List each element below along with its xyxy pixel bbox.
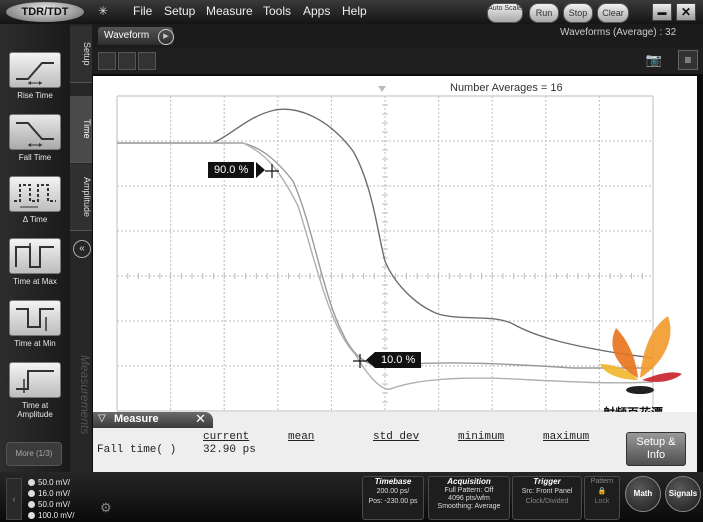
timebase-scale: 200.00 ps/ [376, 488, 410, 495]
layout-stacked-button[interactable] [138, 52, 156, 70]
timebase-box[interactable]: Timebase 200.00 ps/ Pos: -230.00 ps [362, 476, 424, 520]
column-std-dev: std dev [373, 431, 420, 443]
pattern-lock-label: Lock [594, 498, 610, 505]
measurements-section-label: Measurements [78, 355, 92, 435]
column-maximum: maximum [543, 431, 590, 443]
marker-10-cross [353, 354, 367, 368]
acquisition-points: 4096 pts/wfm [448, 495, 490, 502]
clear-button[interactable]: Clear [597, 3, 629, 23]
pattern-title: Pattern [590, 478, 614, 485]
crosshair-icon[interactable]: ✳ [98, 4, 108, 18]
chevron-down-icon[interactable]: ▽ [98, 413, 106, 424]
measurement-name: Fall time( ) [97, 444, 177, 456]
measure-panel-title: Measure [114, 413, 159, 425]
channel-2-scale[interactable]: 16.0 mV/ [28, 489, 70, 498]
menu-tools[interactable]: Tools [263, 4, 291, 18]
delta-time-label: Δ Time [22, 215, 48, 224]
channel-4-icon [28, 512, 35, 520]
rise-time-label: Rise Time [17, 91, 53, 100]
display-toolbar [92, 48, 703, 74]
watermark-logo [600, 316, 682, 394]
signals-button[interactable]: Signals [665, 476, 701, 512]
column-current: current [203, 431, 250, 443]
channel-2-scale-value: 16.0 mV/ [38, 489, 71, 498]
trigger-title: Trigger [533, 477, 561, 486]
channel-1-scale[interactable]: 50.0 mV/ [28, 478, 70, 487]
menu-file[interactable]: File [133, 4, 152, 18]
rise-time-tool[interactable]: Rise Time [8, 52, 62, 100]
time-at-max-icon [9, 238, 61, 274]
close-icon[interactable]: ✕ [195, 411, 206, 427]
stop-button[interactable]: Stop [563, 3, 593, 23]
marker-90-pointer [256, 162, 265, 178]
tab-amplitude[interactable]: Amplitude [70, 164, 92, 231]
app-logo: TDR/TDT [6, 2, 84, 22]
channel-1-icon [28, 479, 35, 487]
auto-scale-button[interactable]: Auto Scale [487, 3, 523, 23]
math-button[interactable]: Math [625, 476, 661, 512]
trigger-box[interactable]: Trigger Src: Front Panel Clock/Divided [512, 476, 582, 520]
close-button[interactable]: ✕ [676, 3, 696, 21]
camera-icon[interactable]: 📷 [644, 52, 664, 68]
minimize-button[interactable]: ▬ [652, 3, 672, 21]
rise-time-icon [9, 52, 61, 88]
menu-measure[interactable]: Measure [206, 4, 253, 18]
channel-4-scale-value: 100.0 mV/ [38, 511, 75, 520]
tab-setup[interactable]: Setup [70, 26, 92, 83]
channel-3-icon [28, 501, 35, 509]
marker-90-cross [265, 164, 279, 178]
acquisition-title: Acquisition [447, 477, 491, 486]
marker-10-pointer [366, 352, 375, 368]
trigger-marker [378, 86, 386, 92]
play-icon[interactable]: ▶ [158, 29, 174, 45]
trigger-source: Src: Front Panel [521, 488, 573, 495]
number-averages-label: Number Averages = 16 [450, 82, 563, 94]
tab-time[interactable]: Time [70, 96, 92, 163]
run-button[interactable]: Run [529, 3, 559, 23]
measurement-current-value: 32.90 ps [203, 444, 256, 456]
channel-3-scale-value: 50.0 mV/ [38, 500, 71, 509]
time-at-amplitude-icon [9, 362, 61, 398]
channel-4-scale[interactable]: 100.0 mV/ [28, 511, 74, 520]
scroll-left-icon[interactable]: ‹ [6, 478, 22, 520]
fall-time-label: Fall Time [18, 153, 52, 162]
time-at-amplitude-label: Time at Amplitude [17, 401, 53, 419]
column-mean: mean [288, 431, 315, 443]
waveform-count: Waveforms (Average) : 32 [560, 27, 677, 38]
timebase-title: Timebase [374, 477, 412, 486]
time-at-amplitude-tool[interactable]: Time at Amplitude [8, 362, 62, 419]
setup-info-button[interactable]: Setup & Info [626, 432, 686, 466]
time-at-min-icon [9, 300, 61, 336]
layout-split-button[interactable] [118, 52, 136, 70]
marker-10-label: 10.0 % [375, 352, 422, 368]
more-button[interactable]: More (1/3) [6, 442, 62, 466]
trigger-mode: Clock/Divided [525, 498, 569, 505]
acquisition-pattern: Full Pattern: Off [444, 487, 494, 494]
fall-time-icon [9, 114, 61, 150]
time-at-max-tool[interactable]: Time at Max [8, 238, 62, 286]
acquisition-box[interactable]: Acquisition Full Pattern: Off 4096 pts/w… [428, 476, 510, 520]
column-minimum: minimum [458, 431, 505, 443]
fall-time-tool[interactable]: Fall Time [8, 114, 62, 162]
lock-icon: 🔒 [597, 488, 607, 495]
pattern-box[interactable]: Pattern 🔒 Lock [584, 476, 620, 520]
channel-3-scale[interactable]: 50.0 mV/ [28, 500, 70, 509]
collapse-sidebar-button[interactable]: « [73, 240, 91, 258]
time-at-min-label: Time at Min [14, 339, 56, 348]
time-at-max-label: Time at Max [13, 277, 57, 286]
layout-single-button[interactable] [98, 52, 116, 70]
menu-setup[interactable]: Setup [164, 4, 195, 18]
time-at-min-tool[interactable]: Time at Min [8, 300, 62, 348]
menu-icon[interactable]: ≡ [678, 50, 698, 70]
channel-1-scale-value: 50.0 mV/ [38, 478, 71, 487]
menu-apps[interactable]: Apps [303, 4, 330, 18]
channel-2-icon [28, 490, 35, 498]
gear-icon[interactable]: ⚙ [100, 500, 112, 516]
marker-90-label: 90.0 % [208, 162, 255, 178]
timebase-position: Pos: -230.00 ps [368, 498, 418, 505]
menu-help[interactable]: Help [342, 4, 367, 18]
delta-time-tool[interactable]: Δ Time [8, 176, 62, 224]
delta-time-icon [9, 176, 61, 212]
acquisition-smoothing: Smoothing: Average [437, 503, 501, 510]
